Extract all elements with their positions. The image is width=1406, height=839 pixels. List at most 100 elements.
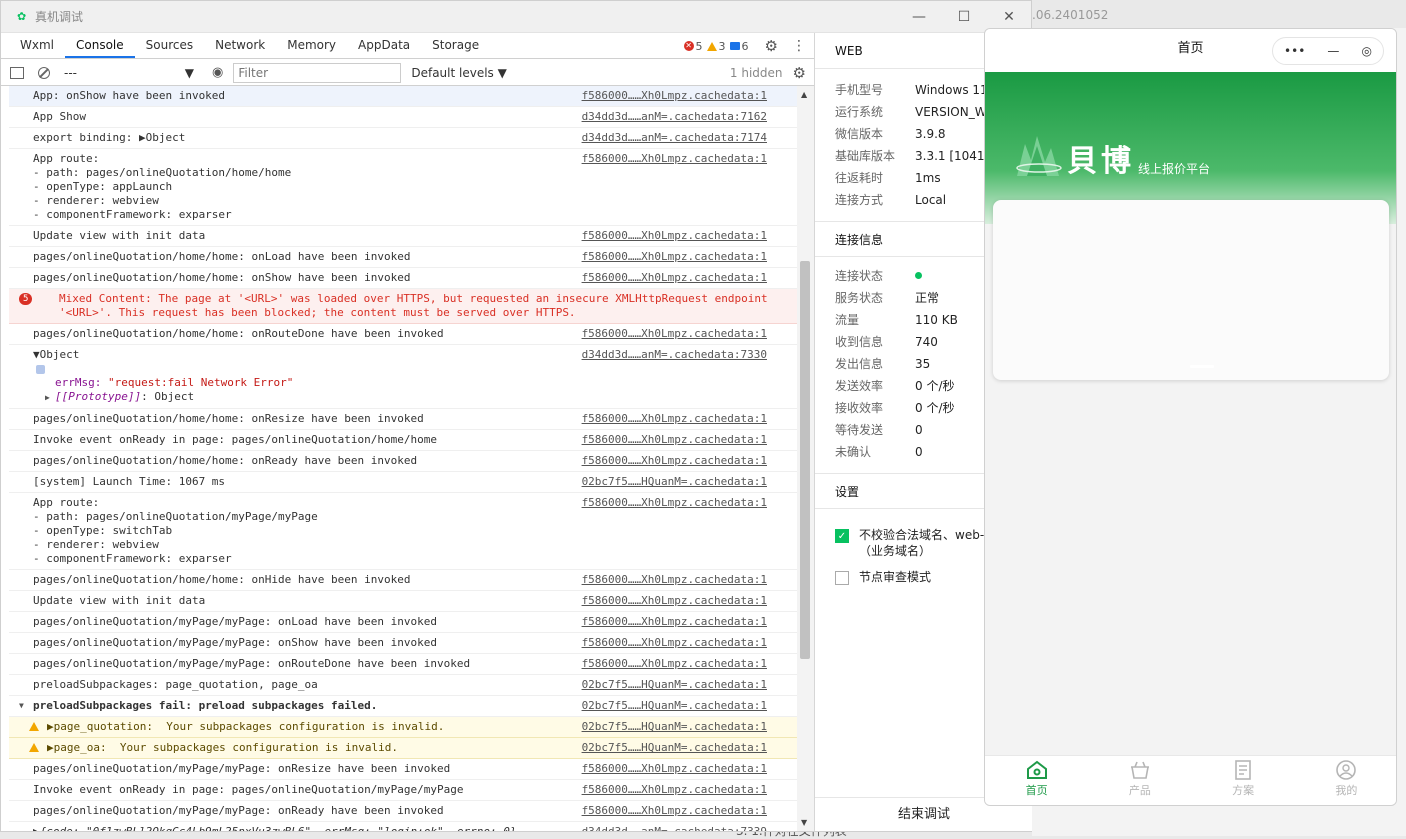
node-inspect-label: 节点审查模式 <box>859 570 932 584</box>
more-menu-icon[interactable]: ⋮ <box>792 38 806 54</box>
console-row: [system] Launch Time: 1067 ms 02bc7f5……HQ… <box>9 472 797 493</box>
console-message: pages/onlineQuotation/myPage/myPage: onS… <box>33 636 437 649</box>
console-output[interactable]: App: onShow have been invoked f586000……Xh… <box>9 86 797 831</box>
source-link[interactable]: 02bc7f5……HQuanM=.cachedata:1 <box>582 678 767 692</box>
source-link[interactable]: 02bc7f5……HQuanM=.cachedata:1 <box>582 720 767 734</box>
source-link[interactable]: f586000……Xh0Lmpz.cachedata:1 <box>582 804 767 818</box>
tab-network[interactable]: Network <box>204 33 276 58</box>
object-prototype[interactable]: ▶ [[Prototype]]: Object <box>33 390 797 405</box>
connected-status-icon <box>915 272 922 279</box>
source-link[interactable]: 02bc7f5……HQuanM=.cachedata:1 <box>582 699 767 713</box>
checkbox-checked-icon[interactable]: ✓ <box>835 529 849 543</box>
source-link[interactable]: f586000……Xh0Lmpz.cachedata:1 <box>582 433 767 447</box>
minimize-button[interactable]: — <box>896 1 942 33</box>
console-message: ▶{code: "0f1zwBLl2OkqGc4Lb9mL25nxVu3zwBL… <box>33 825 573 831</box>
source-link[interactable]: 02bc7f5……HQuanM=.cachedata:1 <box>582 741 767 755</box>
source-link[interactable]: d34dd3d……anM=.cachedata:7174 <box>582 131 767 145</box>
console-message: ▼Object <box>33 348 80 361</box>
info-key: 发出信息 <box>835 357 884 371</box>
tab-memory[interactable]: Memory <box>276 33 347 58</box>
source-link[interactable]: f586000……Xh0Lmpz.cachedata:1 <box>582 454 767 468</box>
tab-products[interactable]: 产品 <box>1088 756 1191 805</box>
scroll-thumb[interactable] <box>800 261 810 659</box>
sidebar-toggle-icon[interactable] <box>10 66 24 79</box>
console-scrollbar[interactable]: ▲ ▼ <box>797 86 814 831</box>
bottom-tab-bar: 首页 产品 方案 我的 <box>985 755 1396 805</box>
scroll-down-icon[interactable]: ▼ <box>801 818 807 827</box>
console-message: pages/onlineQuotation/home/home: onRoute… <box>33 327 444 340</box>
more-dots-icon[interactable]: ••• <box>1284 31 1305 71</box>
info-key: 等待发送 <box>835 423 884 437</box>
close-target-icon[interactable]: ◎ <box>1361 31 1371 71</box>
console-row[interactable]: ▼ preloadSubpackages fail: preload subpac… <box>9 696 797 717</box>
source-link[interactable]: f586000……Xh0Lmpz.cachedata:1 <box>582 762 767 776</box>
console-row: pages/onlineQuotation/home/home: onLoad … <box>9 247 797 268</box>
background-window-title: .06.2401052 <box>1032 8 1109 22</box>
property-value: "request:fail Network Error" <box>107 376 294 389</box>
tab-solutions[interactable]: 方案 <box>1192 756 1295 805</box>
console-row[interactable]: ▶{code: "0f1zwBLl2OkqGc4Lb9mL25nxVu3zwBL… <box>9 822 797 831</box>
tab-wxml[interactable]: Wxml <box>9 33 65 58</box>
info-key: 微信版本 <box>835 127 884 141</box>
clear-console-icon[interactable] <box>38 66 50 79</box>
console-message: preloadSubpackages: page_quotation, page… <box>33 678 318 691</box>
console-row: preloadSubpackages: page_quotation, page… <box>9 675 797 696</box>
source-link[interactable]: f586000……Xh0Lmpz.cachedata:1 <box>582 636 767 650</box>
console-row[interactable]: ▼Object errMsg: "request:fail Network Err… <box>9 345 797 409</box>
minimize-icon[interactable]: — <box>1327 31 1339 71</box>
source-link[interactable]: f586000……Xh0Lmpz.cachedata:1 <box>582 783 767 797</box>
source-link[interactable]: f586000……Xh0Lmpz.cachedata:1 <box>582 657 767 671</box>
console-row[interactable]: ▶page_oa: Your subpackages configuration… <box>9 738 797 759</box>
scroll-up-icon[interactable]: ▲ <box>801 90 807 99</box>
source-link[interactable]: f586000……Xh0Lmpz.cachedata:1 <box>582 573 767 587</box>
eye-icon[interactable]: ◉ <box>212 65 223 80</box>
expand-caret-icon[interactable]: ▶ <box>45 391 55 405</box>
source-link[interactable]: d34dd3d……anM=.cachedata:7330 <box>582 348 767 362</box>
tab-sources[interactable]: Sources <box>135 33 204 58</box>
console-row[interactable]: ▶page_quotation: Your subpackages config… <box>9 717 797 738</box>
source-link[interactable]: d34dd3d……anM=.cachedata:7339 <box>582 825 767 831</box>
context-select[interactable]: --- ▼ <box>64 66 194 80</box>
source-link[interactable]: f586000……Xh0Lmpz.cachedata:1 <box>582 229 767 243</box>
info-key: 连接状态 <box>835 269 884 283</box>
source-link[interactable]: f586000……Xh0Lmpz.cachedata:1 <box>582 152 767 166</box>
source-link[interactable]: f586000……Xh0Lmpz.cachedata:1 <box>582 594 767 608</box>
checkbox-unchecked-icon[interactable] <box>835 571 849 585</box>
info-key: 接收效率 <box>835 401 884 415</box>
info-value: 0 个/秒 <box>915 379 955 393</box>
source-link[interactable]: d34dd3d……anM=.cachedata:7162 <box>582 110 767 124</box>
info-value: Local <box>915 193 947 207</box>
tab-console[interactable]: Console <box>65 33 135 58</box>
maximize-button[interactable]: ☐ <box>941 1 987 33</box>
tab-home[interactable]: 首页 <box>985 756 1088 805</box>
console-settings-icon[interactable]: ⚙ <box>793 64 806 82</box>
source-link[interactable]: f586000……Xh0Lmpz.cachedata:1 <box>582 271 767 285</box>
console-message: Update view with init data <box>33 594 206 607</box>
expand-caret-icon[interactable]: ▼ <box>19 699 29 713</box>
info-value: 0 <box>915 445 923 459</box>
info-value: 1ms <box>915 171 941 185</box>
source-link[interactable]: f586000……Xh0Lmpz.cachedata:1 <box>582 412 767 426</box>
log-levels-dropdown[interactable]: Default levels ▼ <box>411 66 507 80</box>
source-link[interactable]: f586000……Xh0Lmpz.cachedata:1 <box>582 496 767 510</box>
settings-gear-icon[interactable]: ⚙ <box>765 37 778 55</box>
content-card[interactable] <box>993 200 1389 380</box>
console-message: pages/onlineQuotation/myPage/myPage: onR… <box>33 804 444 817</box>
filter-input[interactable] <box>233 62 402 83</box>
error-icon: ✕ <box>683 41 694 51</box>
issue-counters[interactable]: ✕ 5 3 6 ⚙ ⋮ <box>683 37 806 55</box>
info-key: 流量 <box>835 313 860 327</box>
source-link[interactable]: f586000……Xh0Lmpz.cachedata:1 <box>582 615 767 629</box>
tab-storage[interactable]: Storage <box>421 33 490 58</box>
console-row: pages/onlineQuotation/home/home: onReady… <box>9 451 797 472</box>
source-link[interactable]: f586000……Xh0Lmpz.cachedata:1 <box>582 250 767 264</box>
tab-appdata[interactable]: AppData <box>347 33 421 58</box>
info-value: 0 <box>915 423 923 437</box>
console-message: Update view with init data <box>33 229 206 242</box>
console-row: App Show d34dd3d……anM=.cachedata:7162 <box>9 107 797 128</box>
source-link[interactable]: 02bc7f5……HQuanM=.cachedata:1 <box>582 475 767 489</box>
tab-mine[interactable]: 我的 <box>1295 756 1396 805</box>
source-link[interactable]: f586000……Xh0Lmpz.cachedata:1 <box>582 327 767 341</box>
console-row: pages/onlineQuotation/myPage/myPage: onR… <box>9 654 797 675</box>
source-link[interactable]: f586000……Xh0Lmpz.cachedata:1 <box>582 89 767 103</box>
